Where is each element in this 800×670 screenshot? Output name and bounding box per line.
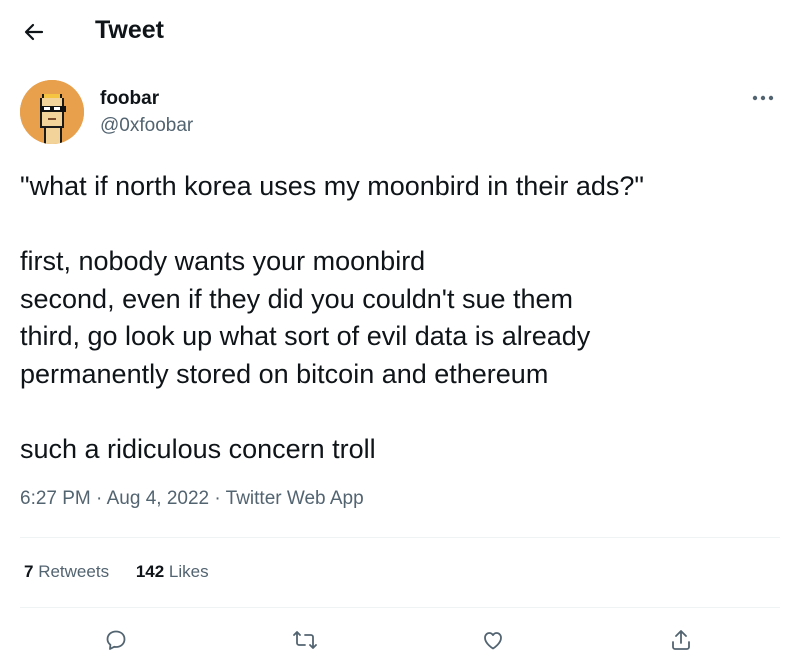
tweet-actions xyxy=(0,620,800,660)
reply-icon xyxy=(106,630,126,650)
tweet-line: permanently stored on bitcoin and ethere… xyxy=(20,358,549,389)
retweets-stat[interactable]: 7 Retweets xyxy=(24,562,109,582)
meta-separator: · xyxy=(214,488,221,509)
retweets-count: 7 xyxy=(24,562,34,581)
more-options-button[interactable] xyxy=(746,86,780,110)
tweet-line: third, go look up what sort of evil data… xyxy=(20,321,591,351)
retweets-label: Retweets xyxy=(38,562,110,581)
avatar[interactable] xyxy=(20,80,84,144)
tweet-date[interactable]: Aug 4, 2022 xyxy=(107,488,209,509)
meta-separator: · xyxy=(96,488,103,509)
divider xyxy=(20,607,780,608)
tweet-line: "what if north korea uses my moonbird in… xyxy=(20,171,644,201)
tweet-author: foobar @0xfoobar xyxy=(20,80,780,150)
retweet-button[interactable] xyxy=(285,620,325,660)
likes-stat[interactable]: 142 Likes xyxy=(136,562,209,582)
reply-button[interactable] xyxy=(96,620,136,660)
tweet-meta: 6:27 PM · Aug 4, 2022 · Twitter Web App xyxy=(20,488,364,510)
divider xyxy=(20,537,780,538)
author-name[interactable]: foobar xyxy=(100,88,159,110)
likes-count: 142 xyxy=(135,562,165,581)
likes-label: Likes xyxy=(168,562,209,581)
page-title: Tweet xyxy=(95,16,164,44)
like-icon xyxy=(484,632,502,650)
retweet-icon xyxy=(293,631,317,649)
share-button[interactable] xyxy=(661,620,701,660)
tweet-source[interactable]: Twitter Web App xyxy=(226,488,364,509)
arrow-left-icon xyxy=(24,23,44,41)
like-button[interactable] xyxy=(473,620,513,660)
more-icon xyxy=(752,95,774,101)
tweet-header: Tweet xyxy=(0,0,800,62)
tweet-stats: 7 Retweets 142 Likes xyxy=(24,562,231,582)
tweet-text: "what if north korea uses my moonbird in… xyxy=(20,168,780,468)
tweet-line: first, nobody wants your moonbird xyxy=(20,246,426,276)
tweet-line: second, even if they did you couldn't su… xyxy=(20,283,573,314)
tweet-time[interactable]: 6:27 PM xyxy=(20,488,91,509)
tweet-line: such a ridiculous concern troll xyxy=(20,433,376,464)
share-icon xyxy=(672,630,690,650)
author-handle[interactable]: @0xfoobar xyxy=(100,115,193,137)
back-button[interactable] xyxy=(16,14,52,50)
